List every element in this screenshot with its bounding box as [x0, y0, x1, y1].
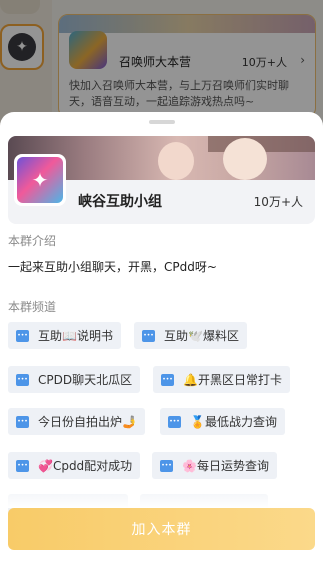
channel-label: CPDD聊天北瓜区 [38, 373, 133, 387]
join-group-button[interactable]: 加入本群 [8, 508, 315, 550]
channel-chip[interactable]: ••• 互助📖说明书 [8, 322, 121, 349]
chat-bubble-icon: ••• [16, 415, 29, 428]
intro-text: 一起来互助小组聊天，开黑，CPdd呀~ [8, 260, 217, 274]
group-avatar: ✦ [14, 154, 66, 206]
game-logo-icon: ✦ [17, 157, 63, 203]
channel-chip[interactable]: ••• 🏅最低战力查询 [160, 408, 285, 435]
channel-label: 互助📖说明书 [38, 329, 113, 343]
group-detail-sheet: ✦ 峡谷互助小组 10万+人 本群介绍 一起来互助小组聊天，开黑，CPdd呀~ … [0, 112, 323, 579]
channel-chip[interactable]: ••• 互助🕊️爆料区 [134, 322, 247, 349]
intro-section-title: 本群介绍 [8, 234, 57, 248]
channel-chip[interactable]: ••• CPDD聊天北瓜区 [8, 366, 141, 393]
group-name: 峡谷互助小组 [78, 194, 162, 210]
channel-label: 今日份自拍出炉🤳 [38, 415, 137, 429]
chat-bubble-icon: ••• [142, 329, 155, 342]
channel-label: 🏅最低战力查询 [190, 415, 277, 429]
channel-label: 🔔开黑区日常打卡 [183, 373, 282, 387]
drag-handle[interactable] [149, 120, 175, 124]
chat-bubble-icon: ••• [168, 415, 181, 428]
group-member-count: 10万+人 [253, 195, 303, 209]
channel-chip[interactable]: ••• 🔔开黑区日常打卡 [153, 366, 290, 393]
chat-bubble-icon: ••• [16, 329, 29, 342]
channel-label: 🌸每日运势查询 [182, 459, 269, 473]
chat-bubble-icon: ••• [160, 459, 173, 472]
channel-chip[interactable]: ••• 今日份自拍出炉🤳 [8, 408, 145, 435]
chat-bubble-icon: ••• [16, 459, 29, 472]
channel-label: 💞Cpdd配对成功 [38, 459, 133, 473]
scroll-fade [0, 484, 323, 508]
channel-chip[interactable]: ••• 🌸每日运势查询 [152, 452, 277, 479]
chat-bubble-icon: ••• [16, 373, 29, 386]
channels-section-title: 本群频道 [8, 300, 57, 314]
group-header-card: ✦ 峡谷互助小组 10万+人 [8, 136, 315, 224]
channel-label: 互助🕊️爆料区 [164, 329, 239, 343]
chat-bubble-icon: ••• [161, 373, 174, 386]
channel-chip[interactable]: ••• 💞Cpdd配对成功 [8, 452, 141, 479]
